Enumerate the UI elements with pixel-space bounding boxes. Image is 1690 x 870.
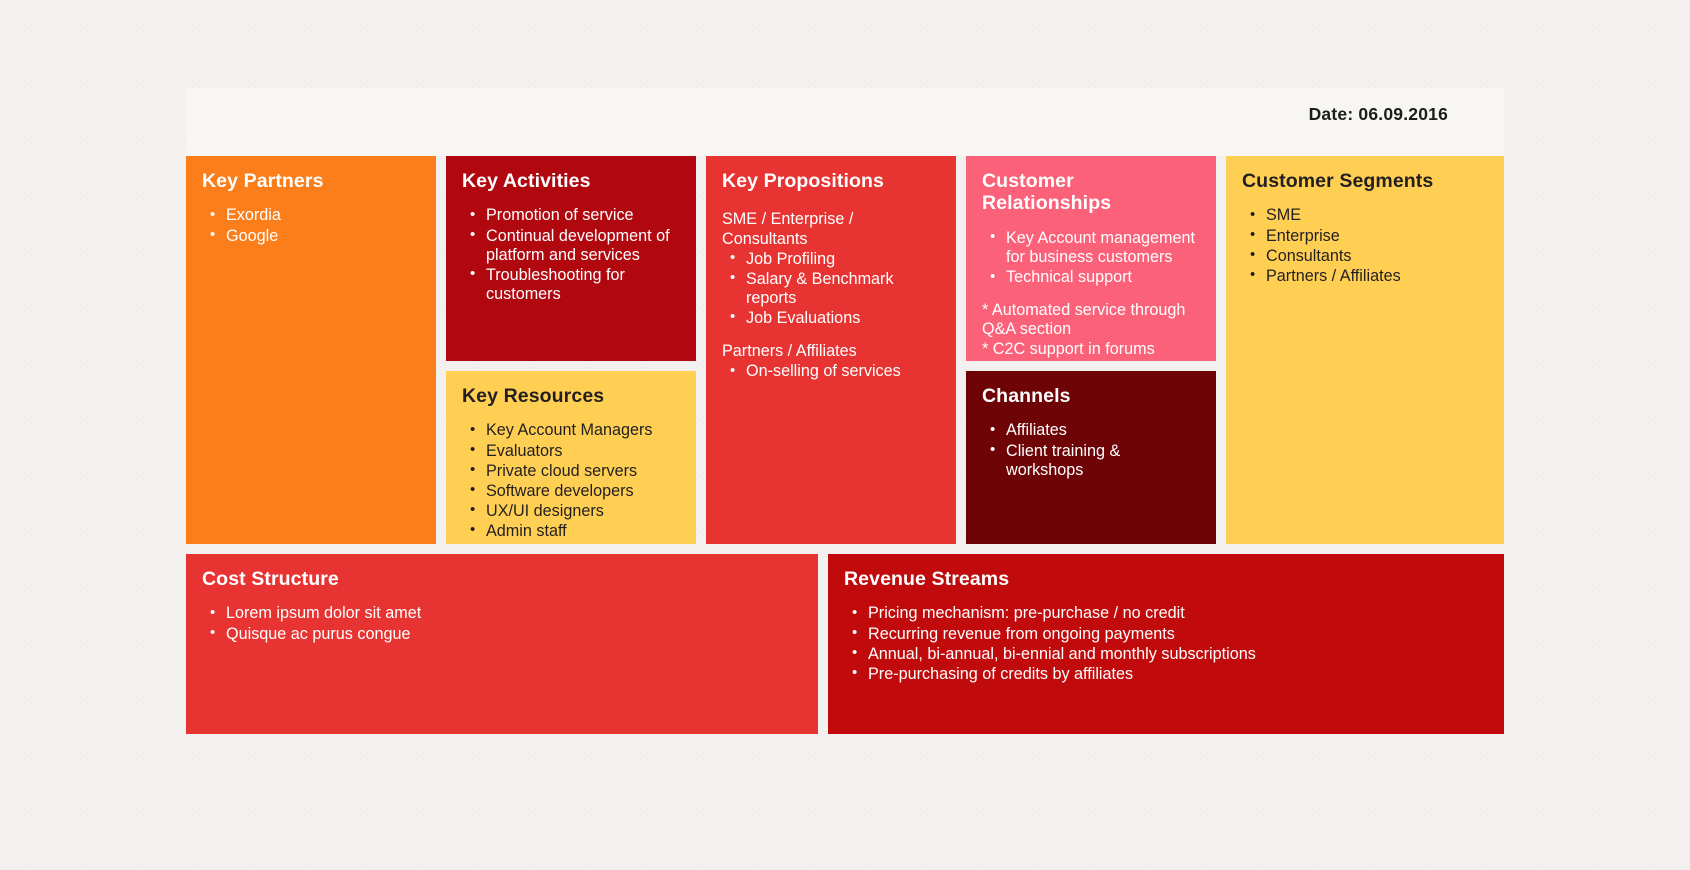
list-key-resources: Key Account Managers Evaluators Private … <box>462 421 680 541</box>
block-title-key-activities: Key Activities <box>462 170 591 192</box>
block-title-key-resources: Key Resources <box>462 385 605 407</box>
list-item: Technical support <box>990 268 1200 287</box>
list-key-partners: Exordia Google <box>202 206 420 245</box>
list-key-propositions-group-two: On-selling of services <box>722 362 940 381</box>
list-key-propositions-group-one: Job Profiling Salary & Benchmark reports… <box>722 249 940 328</box>
block-title-cost-structure: Cost Structure <box>202 568 339 590</box>
list-item: SME <box>1250 206 1488 225</box>
list-item: On-selling of services <box>730 362 940 381</box>
list-item: Pre-purchasing of credits by affiliates <box>852 664 1488 684</box>
list-cost-structure: Lorem ipsum dolor sit amet Quisque ac pu… <box>202 604 802 643</box>
block-customer-segments[interactable]: Customer Segments SME Enterprise Consult… <box>1226 156 1504 544</box>
list-customer-relationships: Key Account management for business cust… <box>982 228 1200 287</box>
list-item: Exordia <box>210 206 420 225</box>
list-item: Continual development of platform and se… <box>470 226 680 265</box>
block-title-channels: Channels <box>982 385 1071 407</box>
list-item: Job Evaluations <box>730 308 940 328</box>
list-item: Google <box>210 226 420 246</box>
list-item: Client training & workshops <box>990 441 1200 480</box>
list-revenue-streams: Pricing mechanism: pre-purchase / no cre… <box>844 604 1488 683</box>
block-title-customer-segments: Customer Segments <box>1242 170 1434 192</box>
list-item: Pricing mechanism: pre-purchase / no cre… <box>852 604 1488 623</box>
date-label: Date: 06.09.2016 <box>1308 104 1448 124</box>
block-revenue-streams[interactable]: Revenue Streams Pricing mechanism: pre-p… <box>828 554 1504 734</box>
list-item: Evaluators <box>470 441 680 461</box>
list-item: Job Profiling <box>730 249 940 269</box>
business-model-canvas: Date: 06.09.2016 Key Partners Exordia Go… <box>186 88 1504 766</box>
list-item: Consultants <box>1250 246 1488 266</box>
group-heading-partners: Partners / Affiliates <box>722 342 857 361</box>
list-key-activities: Promotion of service Continual developme… <box>462 206 680 304</box>
block-key-resources[interactable]: Key Resources Key Account Managers Evalu… <box>446 371 696 544</box>
block-key-propositions[interactable]: Key Propositions SME / Enterprise / Cons… <box>706 156 956 544</box>
list-item: Recurring revenue from ongoing payments <box>852 624 1488 644</box>
block-title-key-partners: Key Partners <box>202 170 324 192</box>
block-channels[interactable]: Channels Affiliates Client training & wo… <box>966 371 1216 544</box>
list-item: Affiliates <box>990 421 1200 440</box>
list-customer-segments: SME Enterprise Consultants Partners / Af… <box>1242 206 1488 285</box>
list-item: Partners / Affiliates <box>1250 266 1488 286</box>
list-item: UX/UI designers <box>470 501 680 521</box>
list-item: Enterprise <box>1250 226 1488 246</box>
block-key-partners[interactable]: Key Partners Exordia Google <box>186 156 436 544</box>
block-title-customer-relationships: Customer Relationships <box>982 170 1112 215</box>
list-item: Promotion of service <box>470 206 680 225</box>
list-item: Quisque ac purus congue <box>210 624 802 644</box>
group-heading-sme: SME / Enterprise / Consultants <box>722 210 854 248</box>
list-item: Key Account management for business cust… <box>990 228 1200 267</box>
list-item: Salary & Benchmark reports <box>730 269 940 308</box>
block-customer-relationships[interactable]: Customer Relationships Key Account manag… <box>966 156 1216 361</box>
block-key-activities[interactable]: Key Activities Promotion of service Cont… <box>446 156 696 361</box>
list-item: Key Account Managers <box>470 421 680 440</box>
list-item: Admin staff <box>470 521 680 541</box>
note-c2c-support: * C2C support in forums <box>982 340 1155 359</box>
canvas-header-band: Date: 06.09.2016 <box>186 88 1504 156</box>
list-item: Private cloud servers <box>470 461 680 481</box>
list-item: Lorem ipsum dolor sit amet <box>210 604 802 623</box>
block-title-revenue-streams: Revenue Streams <box>844 568 1010 590</box>
list-item: Troubleshooting for customers <box>470 265 680 304</box>
list-item: Software developers <box>470 481 680 501</box>
list-item: Annual, bi-annual, bi-ennial and monthly… <box>852 644 1488 664</box>
note-automated-service: * Automated service through Q&A section <box>982 301 1186 339</box>
list-channels: Affiliates Client training & workshops <box>982 421 1200 479</box>
block-title-key-propositions: Key Propositions <box>722 170 884 192</box>
block-cost-structure[interactable]: Cost Structure Lorem ipsum dolor sit ame… <box>186 554 818 734</box>
